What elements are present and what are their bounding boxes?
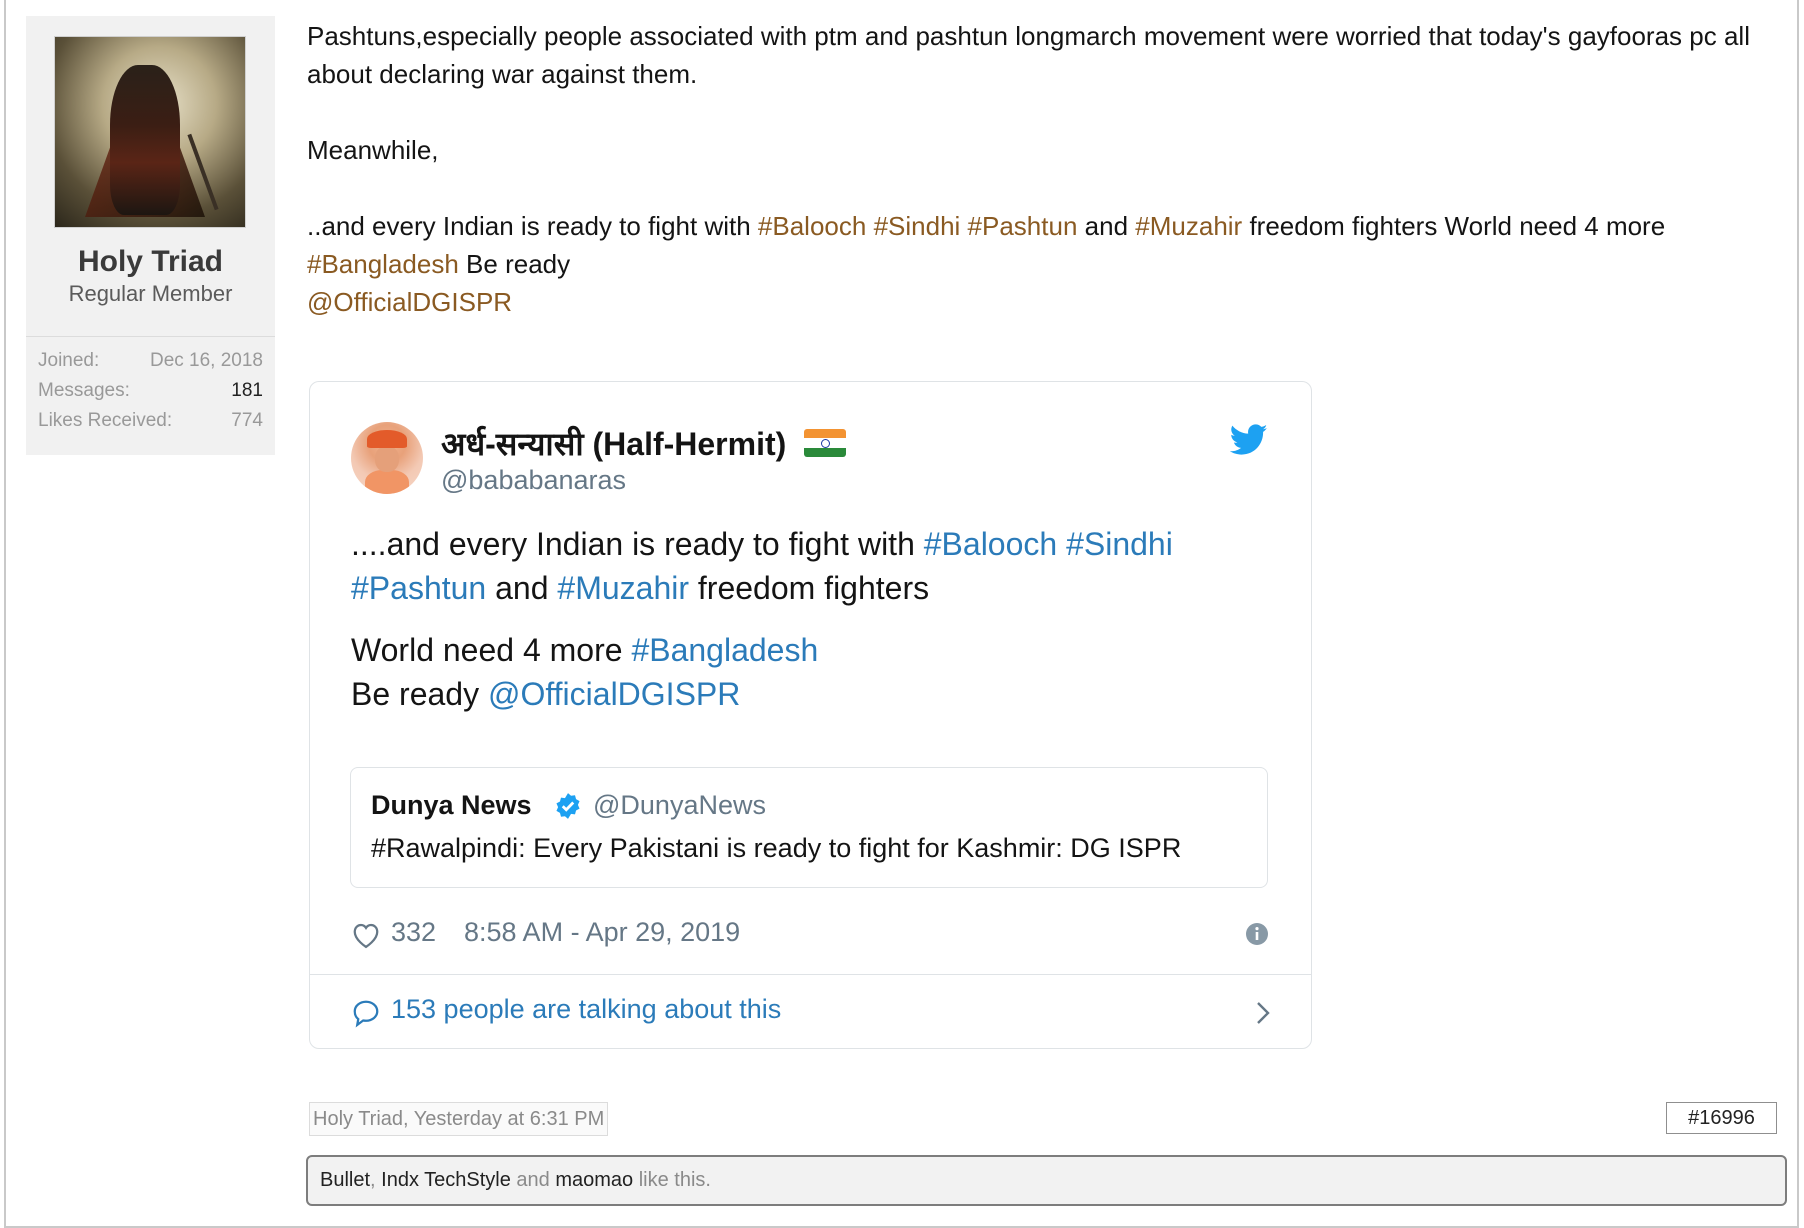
stat-messages: Messages: 181 [38, 380, 263, 410]
mention-link[interactable]: @OfficialDGISPR [307, 287, 512, 317]
tweet-hashtag-link[interactable]: #Muzahir [557, 570, 689, 606]
hashtag-link[interactable]: #Balooch [758, 211, 866, 241]
tweet-divider [310, 974, 1311, 975]
user-stats: Joined: Dec 16, 2018 Messages: 181 Likes… [26, 336, 275, 455]
tweet-hashtag-link[interactable]: #Bangladesh [631, 632, 818, 668]
stat-label: Likes Received: [38, 410, 173, 431]
tweet-text-span: freedom fighters [697, 570, 930, 606]
hashtag-link[interactable]: #Bangladesh [307, 249, 459, 279]
stat-value[interactable]: 181 [231, 380, 263, 402]
chevron-right-icon[interactable] [1255, 1000, 1271, 1026]
message-paragraph: Meanwhile, [307, 135, 439, 165]
tweet-hashtag-link[interactable]: #Pashtun [351, 570, 486, 606]
liker-link[interactable]: Indx TechStyle [381, 1169, 511, 1191]
tweet-mention-link[interactable]: @OfficialDGISPR [488, 676, 740, 712]
post-number-link[interactable]: #16996 [1666, 1102, 1777, 1134]
liker-link[interactable]: Bullet [320, 1169, 370, 1191]
tweet-timestamp[interactable]: 8:58 AM - Apr 29, 2019 [464, 917, 740, 948]
message-text: ..and every Indian is ready to fight wit… [307, 211, 758, 241]
tweet-conversation-link[interactable]: 153 people are talking about this [351, 994, 1271, 1034]
heart-icon[interactable] [351, 921, 381, 949]
message-text: and [1084, 211, 1129, 241]
quoted-author-handle: @DunyaNews [593, 790, 766, 820]
twitter-bird-icon[interactable] [1230, 424, 1268, 456]
stat-label: Joined: [38, 350, 100, 371]
stat-likes-received: Likes Received: 774 [38, 410, 263, 440]
tweet-text-span: ....and every Indian is ready to fight w… [351, 526, 924, 562]
tweet-hashtag-link[interactable]: #Sindhi [1066, 526, 1173, 562]
user-info-panel: Holy Triad Regular Member [26, 16, 275, 336]
tweet-text: ....and every Indian is ready to fight w… [351, 522, 1251, 716]
post-author-date-link[interactable]: Holy Triad, Yesterday at 6:31 PM [309, 1102, 609, 1136]
username-link[interactable]: Holy Triad [26, 245, 275, 279]
likes-sep: , [370, 1169, 382, 1191]
tweet-meta: 332 8:58 AM - Apr 29, 2019 [351, 917, 1271, 957]
likes-and: and [510, 1169, 556, 1191]
tweet-author-name[interactable]: अर्ध-सन्यासी (Half-Hermit) [441, 422, 786, 465]
tweet-text-span: World need 4 more [351, 632, 632, 668]
tweet-author-handle[interactable]: @bababanaras [441, 465, 626, 496]
user-avatar[interactable] [54, 36, 246, 228]
message-text: Be ready [466, 249, 571, 279]
hashtag-link[interactable]: #Muzahir [1135, 211, 1242, 241]
quoted-tweet-text: #Rawalpindi: Every Pakistani is ready to… [371, 833, 1182, 863]
talking-count-link[interactable]: 153 people are talking about this [391, 994, 781, 1025]
stat-label: Messages: [38, 380, 130, 401]
likes-suffix: like this. [633, 1169, 711, 1191]
likes-summary: Bullet, Indx TechStyle and maomao like t… [306, 1155, 1787, 1206]
tweet-text-span: Be ready [351, 676, 488, 712]
verified-icon [556, 793, 580, 819]
quoted-author-name: Dunya News [371, 790, 532, 820]
tweet-hashtag-link[interactable]: #Balooch [924, 526, 1057, 562]
tweet-text-span: and [495, 570, 549, 606]
tweet-author-avatar[interactable] [351, 422, 423, 494]
liker-link[interactable]: maomao [555, 1169, 633, 1191]
quoted-tweet[interactable]: Dunya News @DunyaNews #Rawalpindi: Every… [350, 767, 1268, 888]
speech-bubble-icon [353, 1000, 379, 1028]
user-title: Regular Member [68, 281, 233, 306]
message-body: Pashtuns,especially people associated wi… [307, 17, 1787, 321]
tweet-like-count[interactable]: 332 [391, 917, 436, 948]
message-paragraph: ..and every Indian is ready to fight wit… [307, 207, 1787, 321]
stat-joined: Joined: Dec 16, 2018 [38, 350, 263, 380]
message-paragraph: Pashtuns,especially people associated wi… [307, 21, 1750, 89]
embedded-tweet[interactable]: अर्ध-सन्यासी (Half-Hermit) @bababanaras … [309, 381, 1312, 1049]
hashtag-link[interactable]: #Pashtun [968, 211, 1078, 241]
info-icon[interactable] [1245, 922, 1269, 946]
india-flag-icon [804, 429, 846, 457]
hashtag-link[interactable]: #Sindhi [874, 211, 961, 241]
stat-value: Dec 16, 2018 [149, 350, 263, 371]
stat-value: 774 [231, 410, 263, 431]
message-text: freedom fighters World need 4 more [1249, 211, 1666, 241]
